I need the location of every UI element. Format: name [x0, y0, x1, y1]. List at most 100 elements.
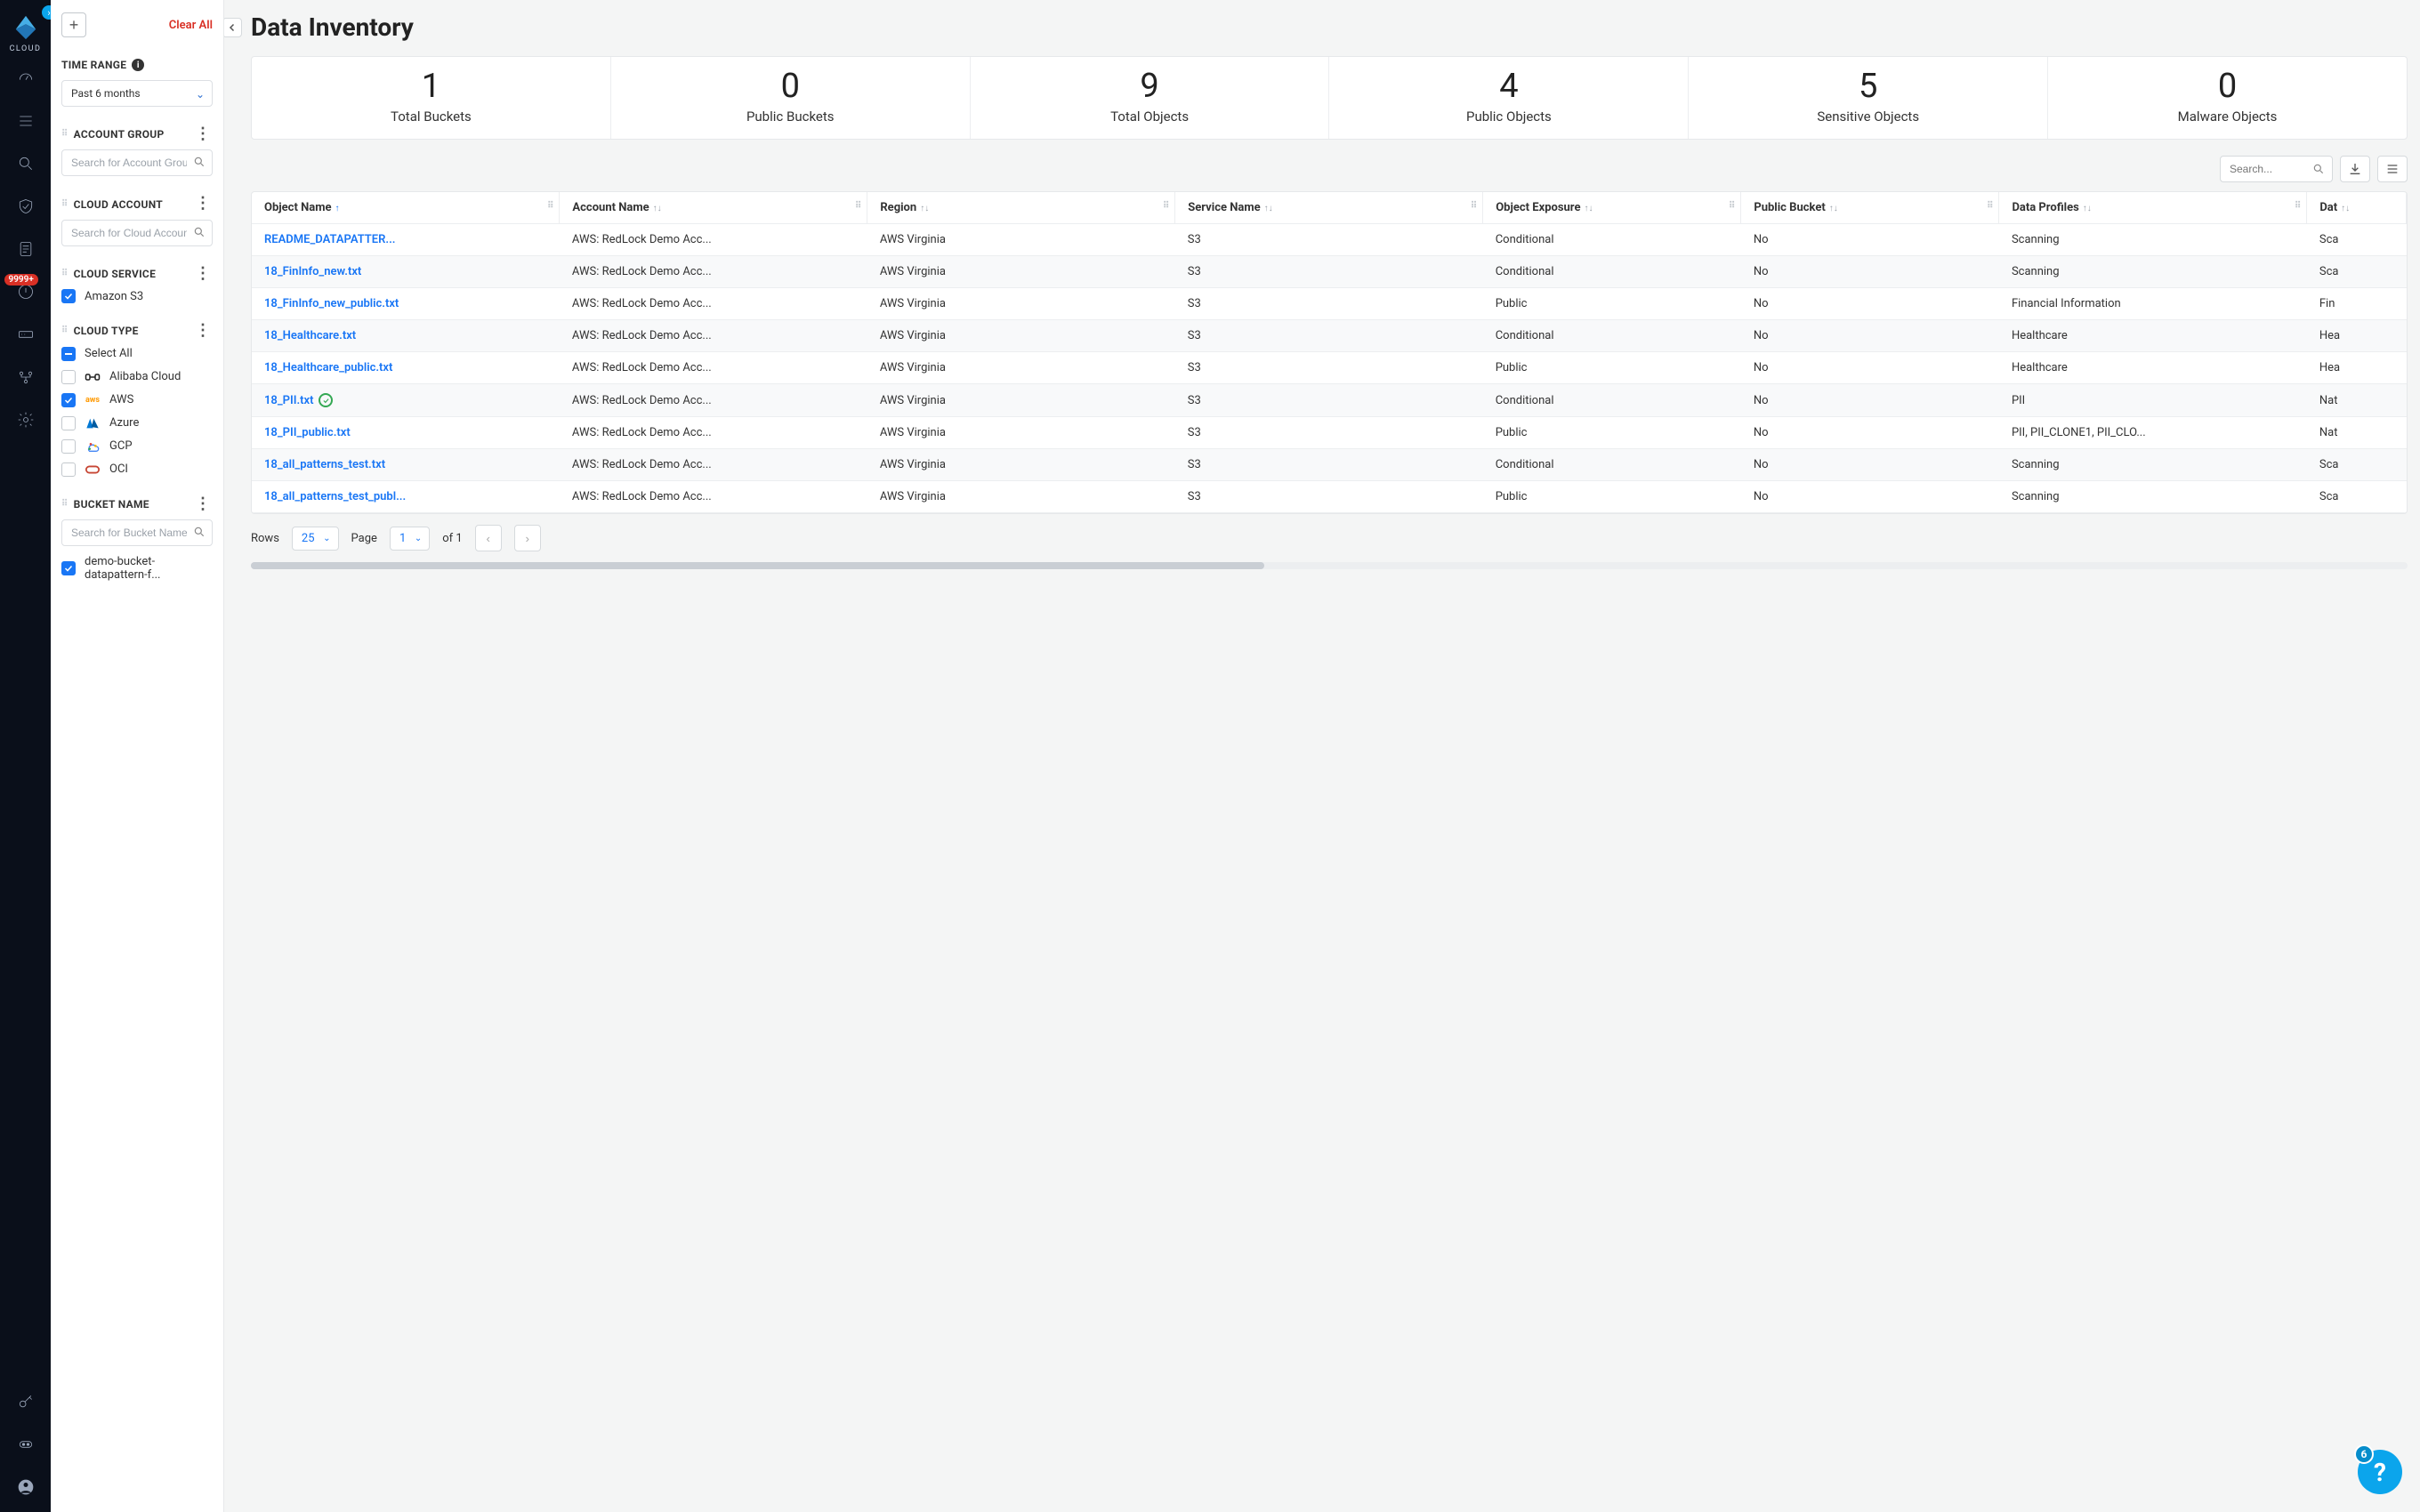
prev-page-button[interactable]: ‹	[475, 525, 502, 551]
bucket-name-search[interactable]	[61, 519, 213, 546]
filter-option-label: Amazon S3	[85, 290, 143, 303]
nav-report-icon[interactable]	[17, 240, 35, 258]
table-cell: Sca	[2307, 224, 2407, 256]
stat-value: 9	[980, 69, 1320, 103]
checkbox[interactable]	[61, 561, 76, 575]
help-button[interactable]: 6 ?	[2358, 1450, 2402, 1494]
table-cell: 18_FinInfo_new_public.txt	[252, 288, 560, 320]
download-button[interactable]	[2340, 156, 2370, 182]
cloud-type-menu[interactable]: ⋮	[193, 325, 213, 337]
checkbox[interactable]	[61, 462, 76, 477]
checkbox[interactable]	[61, 393, 76, 407]
filter-option[interactable]: OCI	[61, 462, 213, 477]
object-link[interactable]: 18_FinInfo_new.txt	[264, 265, 361, 278]
drag-handle-icon[interactable]: ⠿	[61, 130, 69, 139]
stat-value: 1	[261, 69, 601, 103]
nav-storage-icon[interactable]	[17, 326, 35, 343]
column-header[interactable]: Service Name↑↓⠿	[1175, 192, 1483, 224]
select-all-checkbox[interactable]	[61, 347, 76, 361]
drag-handle-icon[interactable]: ⠿	[61, 269, 69, 278]
columns-button[interactable]	[2377, 156, 2408, 182]
column-header[interactable]: Account Name↑↓⠿	[560, 192, 867, 224]
object-link[interactable]: 18_FinInfo_new_public.txt	[264, 297, 399, 310]
filter-option[interactable]: GCP	[61, 439, 213, 454]
stat-card[interactable]: 0Malware Objects	[2048, 57, 2407, 139]
table-cell: Hea	[2307, 352, 2407, 384]
column-label: Public Bucket	[1754, 201, 1825, 214]
stat-label: Total Buckets	[261, 109, 601, 125]
time-range-value: Past 6 months	[71, 87, 141, 100]
column-options-icon[interactable]: ⠿	[855, 201, 861, 211]
stat-card[interactable]: 5Sensitive Objects	[1689, 57, 2048, 139]
filter-option[interactable]: demo-bucket-datapattern-f...	[61, 555, 213, 582]
nav-settings-icon[interactable]	[17, 411, 35, 429]
checkbox[interactable]	[61, 370, 76, 384]
column-options-icon[interactable]: ⠿	[1987, 201, 1993, 211]
object-link[interactable]: 18_PII.txt	[264, 393, 333, 407]
column-options-icon[interactable]: ⠿	[1729, 201, 1735, 211]
object-link[interactable]: 18_Healthcare.txt	[264, 329, 356, 342]
cloud-account-menu[interactable]: ⋮	[193, 197, 213, 210]
cloud-account-search[interactable]	[61, 220, 213, 246]
object-link[interactable]: 18_all_patterns_test.txt	[264, 458, 385, 471]
nav-profile-icon[interactable]	[17, 1478, 35, 1496]
nav-key-icon[interactable]	[17, 1393, 35, 1411]
column-header[interactable]: Public Bucket↑↓⠿	[1741, 192, 1999, 224]
sort-icon: ↑↓	[920, 204, 929, 213]
table-search[interactable]	[2220, 156, 2333, 182]
column-options-icon[interactable]: ⠿	[547, 201, 553, 211]
column-header[interactable]: Dat↑↓	[2307, 192, 2407, 224]
account-group-search[interactable]	[61, 149, 213, 176]
object-link[interactable]: README_DATAPATTER...	[264, 233, 395, 246]
table-cell: 18_PII_public.txt	[252, 417, 560, 449]
stat-card[interactable]: 0Public Buckets	[611, 57, 971, 139]
nav-alerts-icon[interactable]: 9999+	[17, 283, 35, 301]
table-cell: AWS: RedLock Demo Acc...	[560, 288, 867, 320]
collapse-filter-button[interactable]	[224, 18, 242, 37]
next-page-button[interactable]: ›	[514, 525, 541, 551]
drag-handle-icon[interactable]: ⠿	[61, 326, 69, 335]
nav-api-icon[interactable]	[17, 1436, 35, 1453]
info-icon[interactable]: i	[132, 59, 144, 71]
table-cell: AWS Virginia	[867, 224, 1175, 256]
column-options-icon[interactable]: ⠿	[2295, 201, 2301, 211]
page-number-select[interactable]: 1⌄	[390, 527, 430, 551]
checkbox[interactable]	[61, 416, 76, 430]
object-link[interactable]: 18_all_patterns_test_publ...	[264, 490, 406, 503]
column-options-icon[interactable]: ⠿	[1471, 201, 1477, 211]
column-header[interactable]: Object Name↑⠿	[252, 192, 560, 224]
time-range-select[interactable]: Past 6 months ⌄	[61, 80, 213, 107]
column-header[interactable]: Data Profiles↑↓⠿	[1999, 192, 2307, 224]
filter-option[interactable]: Amazon S3	[61, 289, 213, 303]
filter-option[interactable]: Azure	[61, 416, 213, 430]
stat-card[interactable]: 4Public Objects	[1329, 57, 1689, 139]
scrollbar-thumb[interactable]	[251, 562, 1264, 569]
drag-handle-icon[interactable]: ⠿	[61, 200, 69, 209]
filter-bucket-name: ⠿BUCKET NAME ⋮ demo-bucket-datapattern-f…	[61, 498, 213, 582]
stat-card[interactable]: 9Total Objects	[971, 57, 1330, 139]
rows-per-page-select[interactable]: 25⌄	[292, 527, 339, 551]
nav-search-icon[interactable]	[17, 155, 35, 173]
nav-list-icon[interactable]	[17, 112, 35, 130]
add-filter-button[interactable]: +	[61, 12, 86, 37]
column-header[interactable]: Region↑↓⠿	[867, 192, 1175, 224]
table-search-input[interactable]	[2228, 162, 2312, 176]
checkbox[interactable]	[61, 289, 76, 303]
column-header[interactable]: Object Exposure↑↓⠿	[1483, 192, 1741, 224]
horizontal-scrollbar[interactable]	[251, 562, 2408, 569]
account-group-menu[interactable]: ⋮	[193, 128, 213, 141]
column-options-icon[interactable]: ⠿	[1163, 201, 1169, 211]
object-link[interactable]: 18_PII_public.txt	[264, 426, 351, 439]
checkbox[interactable]	[61, 439, 76, 454]
stat-card[interactable]: 1 Total Buckets	[252, 57, 611, 139]
nav-shield-icon[interactable]	[17, 197, 35, 215]
clear-all-button[interactable]: Clear All	[169, 19, 213, 32]
cloud-service-menu[interactable]: ⋮	[193, 268, 213, 280]
drag-handle-icon[interactable]: ⠿	[61, 500, 69, 509]
bucket-name-menu[interactable]: ⋮	[193, 498, 213, 511]
nav-network-icon[interactable]	[17, 368, 35, 386]
object-link[interactable]: 18_Healthcare_public.txt	[264, 361, 392, 374]
filter-option[interactable]: awsAWS	[61, 393, 213, 407]
filter-option[interactable]: Alibaba Cloud	[61, 370, 213, 384]
nav-dashboard-icon[interactable]	[17, 69, 35, 87]
